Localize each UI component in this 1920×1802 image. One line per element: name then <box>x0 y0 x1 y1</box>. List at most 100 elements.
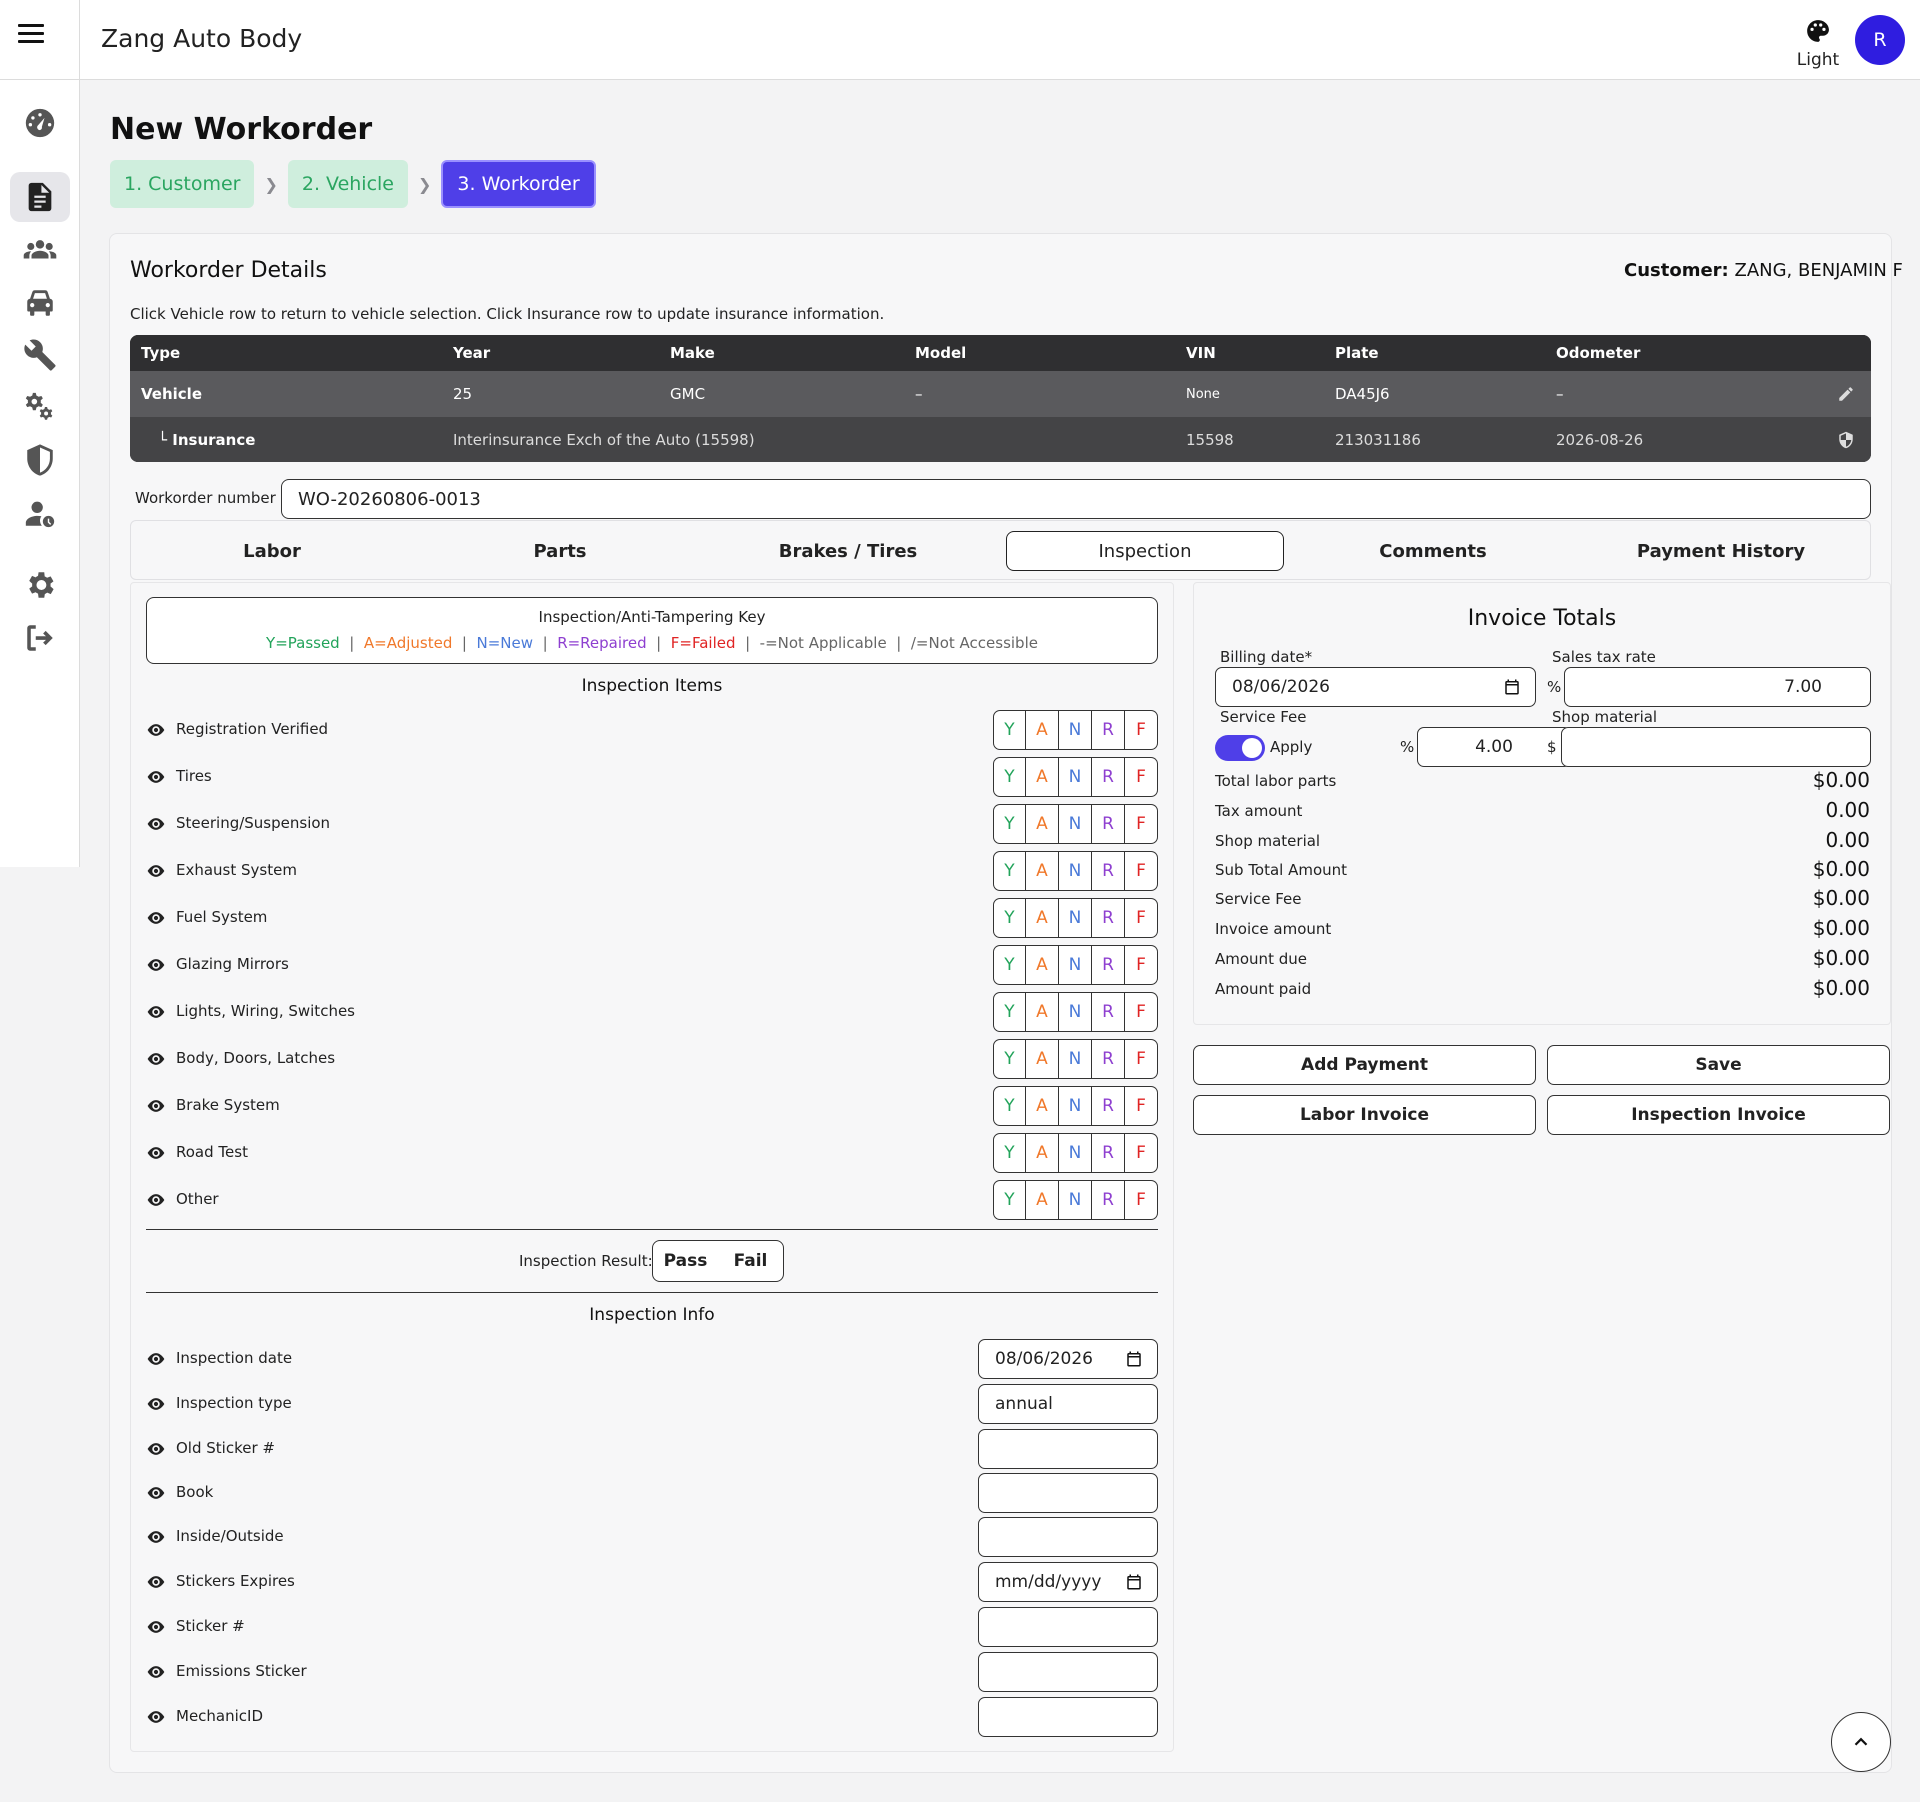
vehicles-icon[interactable] <box>10 278 70 328</box>
eye-icon[interactable] <box>146 1049 166 1069</box>
step-customer[interactable]: 1. Customer <box>110 160 255 208</box>
workorders-icon[interactable] <box>10 172 70 222</box>
status-button-r[interactable]: R <box>1092 945 1125 985</box>
eye-icon[interactable] <box>146 1439 166 1459</box>
status-button-n[interactable]: N <box>1059 898 1092 938</box>
status-button-f[interactable]: F <box>1125 898 1158 938</box>
eye-icon[interactable] <box>146 1349 166 1369</box>
status-button-y[interactable]: Y <box>993 945 1026 985</box>
status-button-a[interactable]: A <box>1026 992 1059 1032</box>
status-button-a[interactable]: A <box>1026 1086 1059 1126</box>
status-button-a[interactable]: A <box>1026 757 1059 797</box>
status-button-n[interactable]: N <box>1059 757 1092 797</box>
gear-icon[interactable] <box>10 560 70 610</box>
eye-icon[interactable] <box>146 908 166 928</box>
inspection-info-input[interactable] <box>978 1517 1158 1557</box>
status-button-f[interactable]: F <box>1125 1086 1158 1126</box>
status-button-a[interactable]: A <box>1026 1133 1059 1173</box>
status-button-r[interactable]: R <box>1092 1180 1125 1220</box>
eye-icon[interactable] <box>146 1143 166 1163</box>
status-button-r[interactable]: R <box>1092 898 1125 938</box>
add-payment-button[interactable]: Add Payment <box>1193 1045 1536 1085</box>
logout-icon[interactable] <box>10 613 70 663</box>
status-button-r[interactable]: R <box>1092 710 1125 750</box>
status-button-n[interactable]: N <box>1059 1039 1092 1079</box>
status-button-y[interactable]: Y <box>993 804 1026 844</box>
status-button-a[interactable]: A <box>1026 898 1059 938</box>
eye-icon[interactable] <box>146 1527 166 1547</box>
eye-icon[interactable] <box>146 1707 166 1727</box>
status-button-n[interactable]: N <box>1059 804 1092 844</box>
step-vehicle[interactable]: 2. Vehicle <box>287 160 408 208</box>
eye-icon[interactable] <box>146 767 166 787</box>
status-button-r[interactable]: R <box>1092 757 1125 797</box>
eye-icon[interactable] <box>146 1662 166 1682</box>
tab-brakes-tires[interactable]: Brakes / Tires <box>709 531 987 571</box>
avatar[interactable]: R <box>1855 15 1905 65</box>
insurance-icon[interactable] <box>10 435 70 485</box>
shield-icon[interactable] <box>1837 417 1855 462</box>
tab-labor[interactable]: Labor <box>133 531 411 571</box>
status-button-n[interactable]: N <box>1059 945 1092 985</box>
billing-date-input[interactable]: 08/06/2026 <box>1215 667 1536 707</box>
status-button-y[interactable]: Y <box>993 1180 1026 1220</box>
status-button-f[interactable]: F <box>1125 1133 1158 1173</box>
customers-icon[interactable] <box>10 225 70 275</box>
vehicle-row[interactable]: Vehicle 25 GMC – None DA45J6 – <box>130 371 1871 417</box>
status-button-r[interactable]: R <box>1092 851 1125 891</box>
status-button-f[interactable]: F <box>1125 757 1158 797</box>
shop-material-input[interactable] <box>1561 727 1871 767</box>
status-button-r[interactable]: R <box>1092 992 1125 1032</box>
eye-icon[interactable] <box>146 1190 166 1210</box>
status-button-r[interactable]: R <box>1092 1133 1125 1173</box>
status-button-n[interactable]: N <box>1059 1086 1092 1126</box>
inspection-info-input[interactable]: mm/dd/yyyy <box>978 1562 1158 1602</box>
scroll-to-top-button[interactable] <box>1831 1712 1891 1772</box>
tab-comments[interactable]: Comments <box>1294 531 1572 571</box>
status-button-f[interactable]: F <box>1125 804 1158 844</box>
inspection-info-input[interactable] <box>978 1652 1158 1692</box>
eye-icon[interactable] <box>146 1483 166 1503</box>
users-icon[interactable] <box>10 488 70 538</box>
calendar-icon[interactable] <box>1125 1350 1143 1368</box>
labor-invoice-button[interactable]: Labor Invoice <box>1193 1095 1536 1135</box>
status-button-f[interactable]: F <box>1125 710 1158 750</box>
inspection-info-input[interactable] <box>978 1697 1158 1737</box>
inspection-info-input[interactable]: 08/06/2026 <box>978 1339 1158 1379</box>
inspection-info-input[interactable] <box>978 1429 1158 1469</box>
fail-button[interactable]: Fail <box>718 1241 783 1281</box>
tab-parts[interactable]: Parts <box>421 531 699 571</box>
workorder-number-input[interactable]: WO-20260806-0013 <box>281 479 1871 519</box>
pass-button[interactable]: Pass <box>653 1241 718 1281</box>
status-button-r[interactable]: R <box>1092 1039 1125 1079</box>
status-button-y[interactable]: Y <box>993 1133 1026 1173</box>
status-button-f[interactable]: F <box>1125 992 1158 1032</box>
status-button-n[interactable]: N <box>1059 851 1092 891</box>
eye-icon[interactable] <box>146 1617 166 1637</box>
settings-cogs-icon[interactable] <box>10 382 70 432</box>
eye-icon[interactable] <box>146 1394 166 1414</box>
status-button-r[interactable]: R <box>1092 804 1125 844</box>
pencil-icon[interactable] <box>1837 371 1855 417</box>
eye-icon[interactable] <box>146 1002 166 1022</box>
eye-icon[interactable] <box>146 814 166 834</box>
menu-icon[interactable] <box>18 24 44 46</box>
eye-icon[interactable] <box>146 861 166 881</box>
status-button-f[interactable]: F <box>1125 1039 1158 1079</box>
dashboard-icon[interactable] <box>10 98 70 148</box>
theme-toggle-button[interactable]: Light <box>1790 18 1846 70</box>
status-button-a[interactable]: A <box>1026 1180 1059 1220</box>
status-button-y[interactable]: Y <box>993 757 1026 797</box>
status-button-y[interactable]: Y <box>993 898 1026 938</box>
status-button-n[interactable]: N <box>1059 710 1092 750</box>
status-button-a[interactable]: A <box>1026 804 1059 844</box>
eye-icon[interactable] <box>146 720 166 740</box>
calendar-icon[interactable] <box>1125 1573 1143 1591</box>
inspection-invoice-button[interactable]: Inspection Invoice <box>1547 1095 1890 1135</box>
sales-tax-input[interactable]: 7.00 <box>1564 667 1871 707</box>
status-button-a[interactable]: A <box>1026 710 1059 750</box>
save-button[interactable]: Save <box>1547 1045 1890 1085</box>
status-button-y[interactable]: Y <box>993 992 1026 1032</box>
status-button-y[interactable]: Y <box>993 1039 1026 1079</box>
inspection-info-input[interactable]: annual <box>978 1384 1158 1424</box>
